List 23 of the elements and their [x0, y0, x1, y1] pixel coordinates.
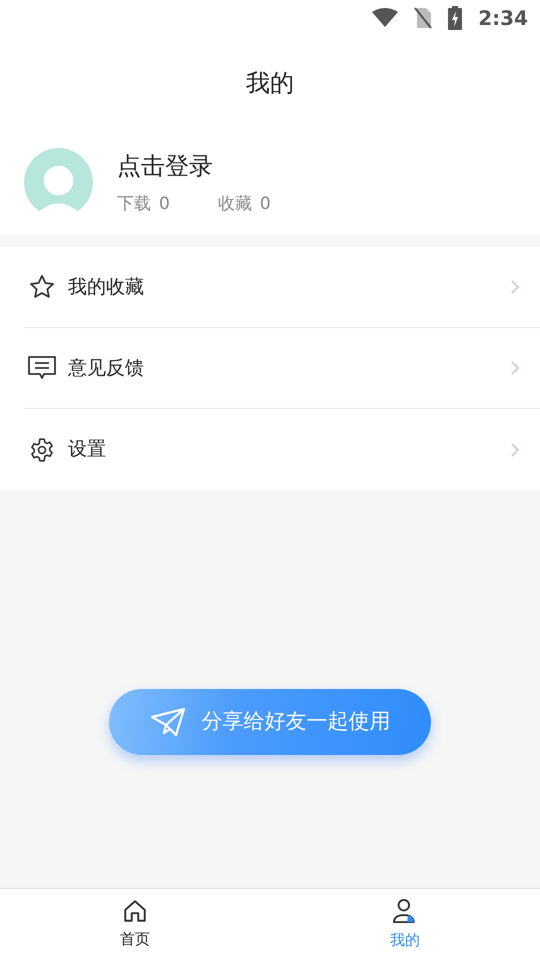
stat-count: 0 — [159, 192, 170, 216]
chevron-icon — [510, 360, 520, 376]
menu-item[interactable]: 意见反馈 — [24, 328, 540, 409]
battery-icon — [448, 6, 462, 30]
settings-icon — [29, 436, 55, 462]
home-icon — [122, 898, 148, 924]
no-sim-icon — [414, 7, 432, 29]
stat-label: 下载 — [117, 192, 151, 216]
stat-label: 收藏 — [218, 192, 252, 216]
page-title: 我的 — [246, 68, 294, 99]
avatar[interactable] — [24, 148, 93, 217]
stat-count: 0 — [260, 192, 271, 216]
menu-item[interactable]: 设置 — [24, 409, 540, 490]
chevron-icon — [510, 279, 520, 295]
paper-plane-icon — [150, 707, 186, 737]
status-time: 2:34 — [478, 5, 528, 32]
tab[interactable]: 首页 — [0, 889, 270, 960]
wifi-icon — [372, 8, 398, 28]
menu-item[interactable]: 我的收藏 — [24, 247, 540, 328]
login-link[interactable]: 点击登录 — [117, 148, 271, 184]
chevron-icon — [510, 442, 520, 458]
message-icon — [27, 355, 57, 381]
star-icon — [28, 273, 56, 301]
